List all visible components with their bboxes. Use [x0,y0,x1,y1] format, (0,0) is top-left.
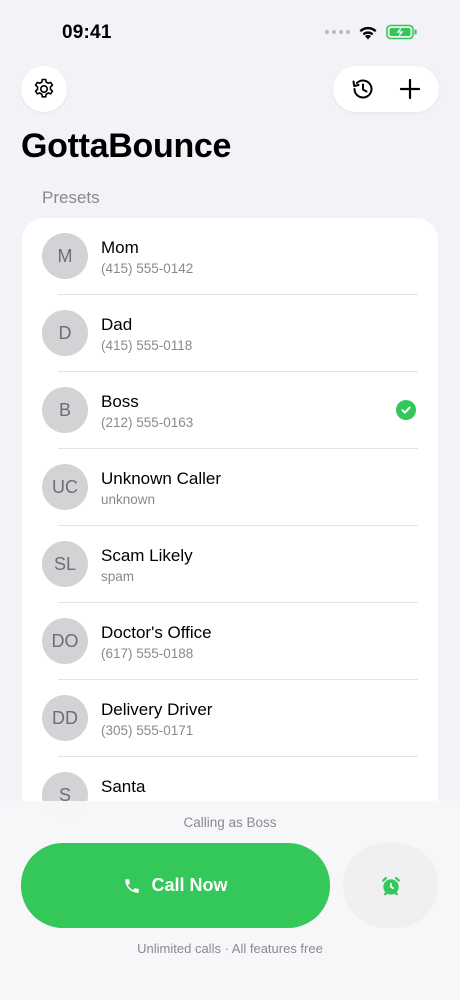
call-now-label: Call Now [151,875,228,895]
contact-number: (415) 555-0142 [101,261,194,276]
schedule-call-button[interactable] [343,843,438,928]
avatar: DD [42,695,88,741]
contact-name: Santa [101,777,146,796]
contact-number: (305) 555-0171 [101,723,194,738]
preset-row-scam-likely[interactable]: SL Scam Likely spam [22,526,438,603]
status-icons [325,24,418,40]
alarm-clock-icon [381,876,400,895]
avatar: SL [42,541,88,587]
add-button[interactable] [388,67,432,111]
preset-row-doctors-office[interactable]: DO Doctor's Office (617) 555-0188 [22,603,438,680]
contact-number: (415) 555-0118 [101,338,193,353]
contact-name: Unknown Caller [101,469,221,488]
selected-checkmark-icon [396,400,416,420]
history-add-group [333,66,439,112]
preset-row-delivery-driver[interactable]: DD Delivery Driver (305) 555-0171 [22,680,438,757]
history-icon [352,79,372,99]
phone-icon [125,878,140,893]
app-title: GottaBounce [21,127,232,165]
call-now-button[interactable]: Call Now [21,843,330,928]
presets-header: Presets [42,188,100,207]
avatar: D [42,310,88,356]
preset-row-boss[interactable]: B Boss (212) 555-0163 [22,372,438,449]
bottom-panel: Calling as Boss Call Now Unlimited calls… [0,801,460,1000]
contact-number: spam [101,569,135,584]
contact-name: Mom [101,238,139,257]
battery-charging-icon [386,24,417,40]
calling-as-label: Calling as Boss [183,815,277,830]
avatar: UC [42,464,88,510]
contact-name: Scam Likely [101,546,193,565]
presets-list: M Mom (415) 555-0142 D Dad (415) 555-011… [22,218,438,858]
contact-name: Dad [101,315,133,334]
contact-name: Delivery Driver [101,700,213,719]
avatar: DO [42,618,88,664]
preset-row-unknown-caller[interactable]: UC Unknown Caller unknown [22,449,438,526]
footnote: Unlimited calls · All features free [137,941,323,956]
avatar: B [42,387,88,433]
preset-row-mom[interactable]: M Mom (415) 555-0142 [22,218,438,295]
avatar: M [42,233,88,279]
cellular-signal-icon [325,30,350,34]
preset-row-dad[interactable]: D Dad (415) 555-0118 [22,295,438,372]
wifi-icon [359,26,377,39]
plus-icon [399,78,420,100]
contact-number: (212) 555-0163 [101,415,194,430]
status-bar: 09:41 [0,0,460,60]
status-time: 09:41 [62,22,112,43]
contact-name: Doctor's Office [101,623,212,642]
gear-icon [34,78,54,98]
contact-name: Boss [101,392,139,411]
settings-button[interactable] [21,66,67,112]
history-button[interactable] [341,67,385,111]
contact-number: (617) 555-0188 [101,646,194,661]
contact-number: unknown [101,492,156,507]
